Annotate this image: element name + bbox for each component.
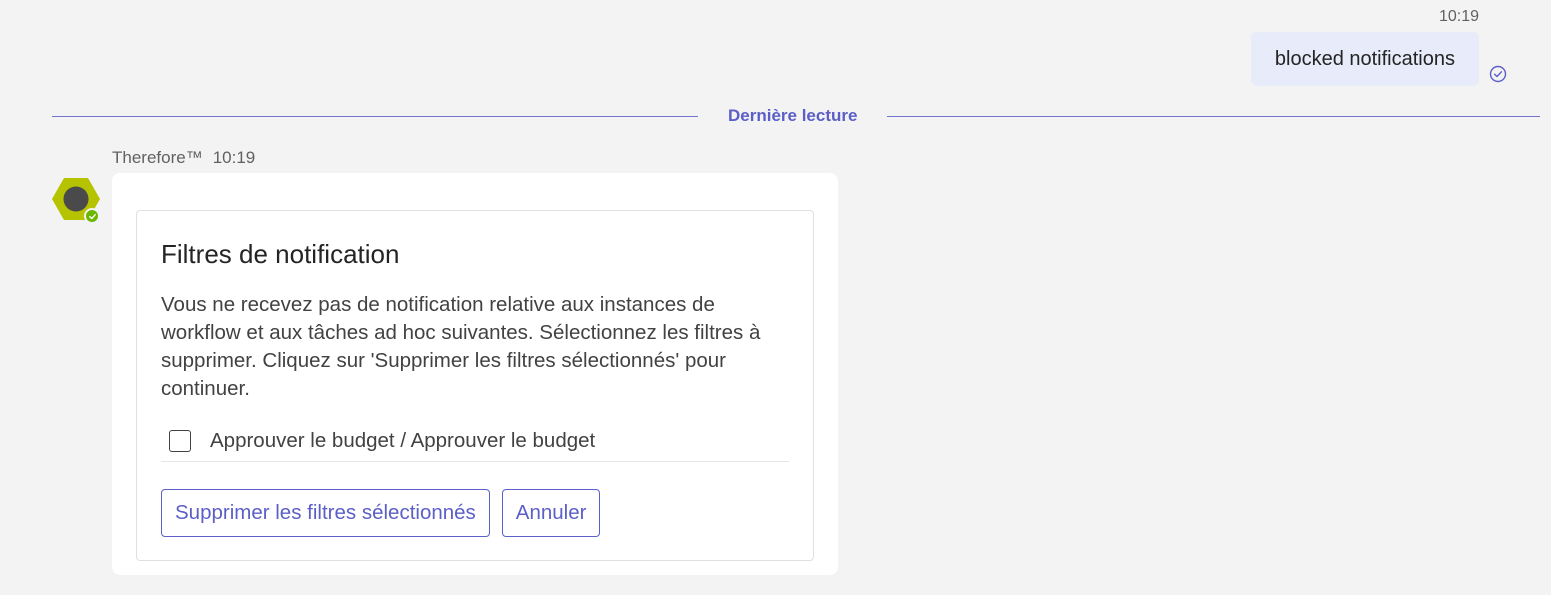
filter-label[interactable]: Approuver le budget / Approuver le budge… [210, 429, 595, 453]
divider-label: Dernière lecture [728, 106, 858, 125]
sender-line: Therefore™ 10:19 [112, 148, 255, 168]
notification-filters-card: Filtres de notification Vous ne recevez … [136, 210, 814, 561]
filter-row[interactable]: Approuver le budget / Approuver le budge… [161, 421, 789, 462]
card-body-text: Vous ne recevez pas de notification rela… [161, 293, 761, 400]
avatar[interactable] [52, 176, 102, 226]
sender-time: 10:19 [212, 148, 256, 167]
divider-line-left [52, 115, 698, 117]
last-read-divider: Dernière lecture [52, 104, 1540, 128]
outgoing-message-bubble[interactable]: blocked notifications [1250, 32, 1479, 86]
incoming-message-card: Filtres de notification Vous ne recevez … [112, 173, 838, 575]
card-actions: Supprimer les filtres sélectionnés Annul… [161, 489, 601, 537]
sender-name[interactable]: Therefore™ [112, 148, 203, 167]
remove-selected-filters-button[interactable]: Supprimer les filtres sélectionnés [161, 489, 490, 537]
presence-available-icon [84, 208, 100, 224]
outgoing-message-text: blocked notifications [1274, 47, 1455, 70]
filter-checkbox[interactable] [169, 430, 191, 452]
card-title: Filtres de notification [161, 239, 400, 269]
outgoing-message-time: 10:19 [1438, 8, 1479, 25]
check-circle-icon [1489, 65, 1507, 83]
divider-line-right [887, 115, 1540, 117]
cancel-button[interactable]: Annuler [501, 489, 601, 537]
